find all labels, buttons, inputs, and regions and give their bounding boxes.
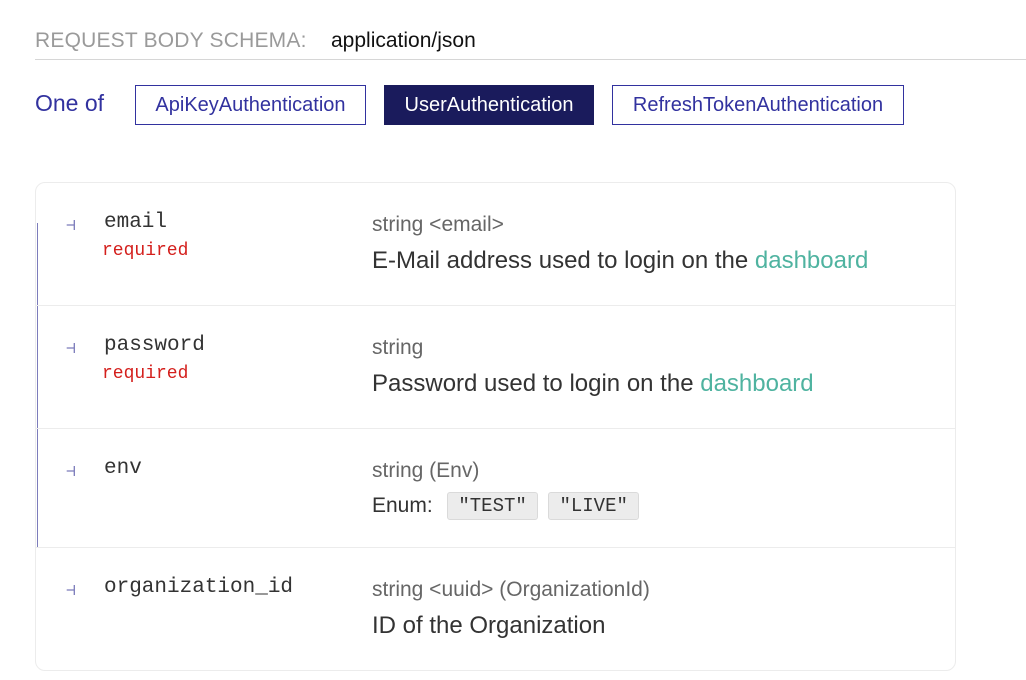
dashboard-link[interactable]: dashboard [700,370,813,397]
property-row-env: ⊣ env string (Env) Enum: "TEST" "LIVE" [36,428,955,548]
enum-value-chip: "TEST" [447,491,538,520]
tree-line [37,306,38,429]
property-name: email [104,211,168,234]
property-name: organization_id [104,576,294,599]
property-row-password: ⊣ password required string Password used… [36,305,955,429]
property-description: E-Mail address used to login on the dash… [372,247,868,275]
property-type: string <email> [372,213,504,236]
schema-header: REQUEST BODY SCHEMA: application/json [35,0,1026,60]
property-type: string (Env) [372,459,480,482]
tree-branch-icon: ⊣ [66,461,76,480]
content-type-value: application/json [331,29,476,52]
property-row-email: ⊣ email required string <email> E-Mail a… [36,183,955,305]
enum-values: Enum: "TEST" "LIVE" [372,491,639,520]
description-text: E-Mail address used to login on the [372,247,755,274]
dashboard-link[interactable]: dashboard [755,247,868,274]
enum-value-chip: "LIVE" [548,491,639,520]
property-name: password [104,334,205,357]
request-body-schema: REQUEST BODY SCHEMA: application/json On… [0,0,1026,680]
variant-button-user-authentication[interactable]: UserAuthentication [384,85,594,125]
one-of-label: One of [35,90,105,116]
property-row-organization-id: ⊣ organization_id string <uuid> (Organiz… [36,547,955,670]
tree-line [37,223,38,305]
variant-button-refresh-token-authentication[interactable]: RefreshTokenAuthentication [612,85,904,125]
variant-button-api-key-authentication[interactable]: ApiKeyAuthentication [135,85,366,125]
description-text: Password used to login on the [372,370,701,397]
tree-branch-icon: ⊣ [66,580,76,599]
property-description: Password used to login on the dashboard [372,370,814,398]
required-badge: required [102,364,189,384]
property-type: string [372,336,424,359]
tree-branch-icon: ⊣ [66,215,76,234]
property-type: string <uuid> (OrganizationId) [372,578,650,601]
property-description: ID of the Organization [372,612,606,639]
required-badge: required [102,241,189,261]
tree-line [37,429,38,548]
schema-header-label: REQUEST BODY SCHEMA: [35,29,307,52]
properties-table: ⊣ email required string <email> E-Mail a… [35,182,956,671]
tree-branch-icon: ⊣ [66,338,76,357]
property-name: env [104,457,142,480]
enum-label: Enum: [372,494,433,517]
